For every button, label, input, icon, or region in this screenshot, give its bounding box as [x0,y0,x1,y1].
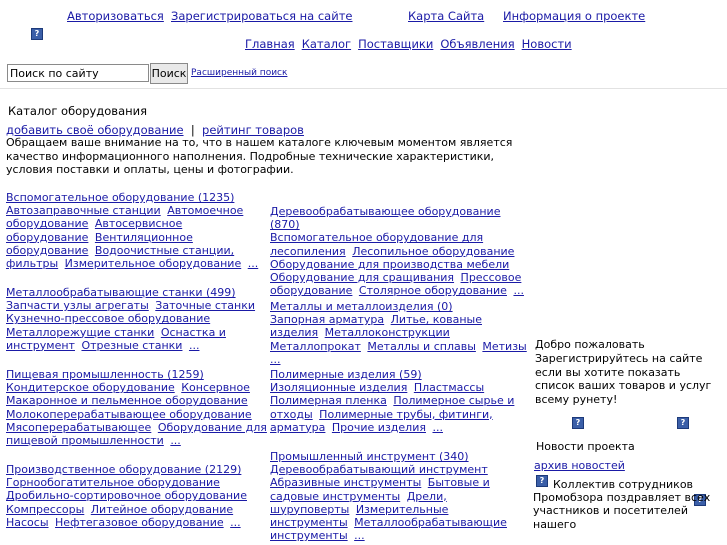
subcategory-link[interactable]: Насосы [6,516,49,529]
subcategory-link[interactable]: Запорная арматура [270,313,384,326]
about-link[interactable]: Информация о проекте [503,9,645,23]
add-equipment-link[interactable]: добавить своё оборудование [6,123,184,137]
subcategory-link[interactable]: Металлы и сплавы [367,340,475,353]
subcategory-list: Изоляционные изделия Пластмассы Полимерн… [270,381,532,434]
divider [0,88,727,89]
category-title-link[interactable]: Полимерные изделия (59) [270,368,532,381]
subcategory-link[interactable]: Абразивные инструменты [270,476,421,489]
subcategory-link[interactable]: Заточные станки [155,299,255,312]
subcategory-list: Запорная арматура Литье, кованые изделия… [270,313,532,366]
help-icon[interactable]: ? [572,417,584,429]
category-block: Пищевая промышленность (1259) Кондитерско… [6,368,268,447]
category-title-link[interactable]: Вспомогательное оборудование (1235) [6,191,268,204]
nav-home[interactable]: Главная [245,37,295,51]
welcome-box: Добро пожаловать Зарегистрируйтесь на са… [535,337,723,406]
advanced-search-link[interactable]: Расширенный поиск [191,68,287,78]
category-block: Металлы и металлоизделия (0) Запорная арм… [270,300,532,366]
subcategory-link[interactable]: Литейное оборудование [91,503,233,516]
help-icon[interactable]: ? [677,417,689,429]
category-block: Вспомогательное оборудование (1235) Автоз… [6,191,268,270]
nav-catalog[interactable]: Каталог [302,37,351,51]
more-link[interactable]: ... [270,353,281,366]
nav-suppliers[interactable]: Поставщики [358,37,433,51]
subcategory-link[interactable]: Горнообогатительное оборудование [6,476,220,489]
subcategory-link[interactable]: Кузнечно-прессовое оборудование [6,312,210,325]
subcategory-link[interactable]: Прочие изделия [332,421,426,434]
subcategory-link[interactable]: Мясоперерабатывающее [6,421,151,434]
catalog-intro: Обращаем ваше внимание на то, что в наше… [6,136,513,176]
subcategory-link[interactable]: Измерительное оборудование [65,257,242,270]
login-link[interactable]: Авторизоваться [67,9,164,23]
subcategory-link[interactable]: Автозаправочные станции [6,204,161,217]
link-separator: | [190,123,195,137]
subcategory-link[interactable]: Пластмассы [414,381,484,394]
more-link[interactable]: ... [432,421,443,434]
category-block: Производственное оборудование (2129) Горн… [6,463,268,529]
subcategory-link[interactable]: Полимерная пленка [270,394,387,407]
category-title-link[interactable]: Металлообрабатывающие станки (499) [6,286,268,299]
more-link[interactable]: ... [354,529,365,542]
category-title-link[interactable]: Деревообрабатывающее оборудование (870) [270,205,532,231]
category-title-link[interactable]: Металлы и металлоизделия (0) [270,300,532,313]
more-link[interactable]: ... [248,257,259,270]
subcategory-link[interactable]: Оборудование для сращивания [270,271,454,284]
subcategory-link[interactable]: Отрезные станки [81,339,182,352]
nav-ads[interactable]: Объявления [440,37,514,51]
subcategory-link[interactable]: Метизы [482,340,526,353]
more-link[interactable]: ... [513,284,524,297]
subcategory-link[interactable]: Деревообрабатывающий инструмент [270,463,488,476]
subcategory-list: Кондитерское оборудование Консервное Мак… [6,381,268,447]
subcategory-link[interactable]: Дробильно-сортировочное оборудование [6,489,247,502]
subcategory-link[interactable]: Металлоконструкции [325,326,450,339]
subcategory-link[interactable]: Металлорежущие станки [6,326,154,339]
category-block: Промышленный инструмент (340) Деревообраб… [270,450,532,542]
category-title-link[interactable]: Пищевая промышленность (1259) [6,368,268,381]
subcategory-list: Горнообогатительное оборудование Дробиль… [6,476,268,529]
subcategory-link[interactable]: Изоляционные изделия [270,381,407,394]
category-title-link[interactable]: Производственное оборудование (2129) [6,463,268,476]
subcategory-link[interactable]: Металлопрокат [270,340,361,353]
subcategory-list: Деревообрабатывающий инструмент Абразивн… [270,463,532,542]
subcategory-link[interactable]: Консервное [181,381,250,394]
news-text: Коллектив сотрудников Промобзора поздрав… [533,478,711,531]
category-block: Деревообрабатывающее оборудование (870) В… [270,205,532,297]
register-link[interactable]: Зарегистрироваться на сайте [171,9,352,23]
category-block: Полимерные изделия (59) Изоляционные изде… [270,368,532,434]
sitemap-link[interactable]: Карта Сайта [408,9,484,23]
subcategory-link[interactable]: Молокоперерабатывающее оборудование [6,408,252,421]
category-title-link[interactable]: Промышленный инструмент (340) [270,450,532,463]
news-title: Новости проекта [536,440,635,453]
subcategory-list: Вспомогательное оборудование для лесопил… [270,231,532,297]
rating-link[interactable]: рейтинг товаров [202,123,304,137]
subcategory-link[interactable]: Кондитерское оборудование [6,381,175,394]
catalog-title: Каталог оборудования [8,104,148,118]
subcategory-link[interactable]: Нефтегазовое оборудование [55,516,224,529]
search-button[interactable]: Поиск [150,63,188,84]
subcategory-list: Запчасти узлы агрегаты Заточные станки К… [6,299,268,352]
subcategory-list: Автозаправочные станции Автомоечное обор… [6,204,268,270]
welcome-title: Добро пожаловать [535,338,645,351]
more-link[interactable]: ... [170,434,181,447]
search-input[interactable] [7,64,149,82]
subcategory-link[interactable]: Оборудование для производства мебели [270,258,509,271]
subcategory-link[interactable]: Компрессоры [6,503,84,516]
category-block: Металлообрабатывающие станки (499) Запчас… [6,286,268,352]
subcategory-link[interactable]: Лесопильное оборудование [352,245,514,258]
nav-news[interactable]: Новости [522,37,572,51]
register-prompt: Зарегистрируйтесь на сайте если вы хотит… [535,352,712,406]
main-nav: Главная Каталог Поставщики Объявления Но… [245,37,572,51]
subcategory-link[interactable]: Запчасти узлы агрегаты [6,299,149,312]
news-archive-link[interactable]: архив новостей [534,459,625,472]
subcategory-link[interactable]: Столярное оборудование [359,284,507,297]
more-link[interactable]: ... [230,516,241,529]
subcategory-link[interactable]: Макаронное и пельменное оборудование [6,394,248,407]
catalog-links: добавить своё оборудование | рейтинг тов… [6,123,304,137]
more-link[interactable]: ... [189,339,200,352]
help-icon[interactable]: ? [31,28,43,40]
